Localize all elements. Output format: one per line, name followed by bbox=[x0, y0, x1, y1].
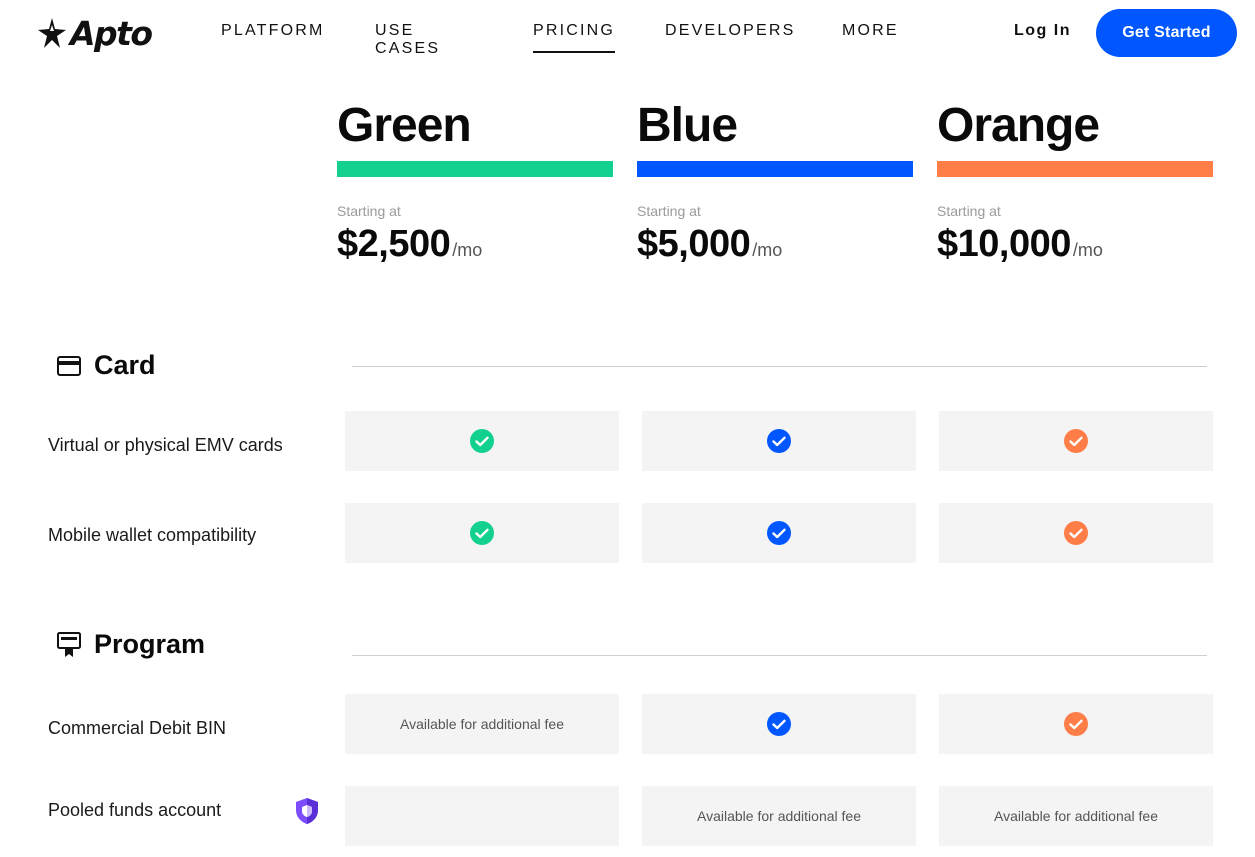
price-unit: /mo bbox=[1072, 240, 1103, 260]
credit-card-icon bbox=[56, 353, 82, 379]
get-started-button[interactable]: Get Started bbox=[1096, 9, 1237, 57]
plan-color-bar bbox=[337, 161, 613, 177]
row-label: Virtual or physical EMV cards bbox=[48, 435, 283, 455]
shield-icon[interactable] bbox=[294, 797, 320, 830]
feature-cell-green: Available for additional fee bbox=[345, 694, 619, 754]
feature-cell-orange bbox=[939, 694, 1213, 754]
feature-cell-green bbox=[345, 411, 619, 471]
plan-price: $5,000 /mo bbox=[637, 223, 913, 266]
check-icon bbox=[1064, 429, 1088, 453]
plan-color-bar bbox=[637, 161, 913, 177]
section-card-title: Card bbox=[56, 350, 156, 381]
feature-cell-orange: Available for additional fee bbox=[939, 786, 1213, 846]
brand-name: Apto bbox=[70, 13, 153, 53]
login-link[interactable]: Log In bbox=[1014, 22, 1071, 40]
row-label: Pooled funds account bbox=[48, 800, 222, 820]
check-icon bbox=[1064, 521, 1088, 545]
price-amount: $5,000 bbox=[637, 223, 751, 265]
check-icon bbox=[767, 429, 791, 453]
feature-cell-orange bbox=[939, 503, 1213, 563]
plan-name: Orange bbox=[937, 99, 1100, 152]
nav-more[interactable]: MORE bbox=[842, 22, 899, 40]
plan-starting-label: Starting at bbox=[637, 203, 701, 219]
plan-orange: Orange Starting at $10,000 /mo bbox=[937, 96, 1213, 266]
price-amount: $2,500 bbox=[337, 223, 451, 265]
additional-fee-text: Available for additional fee bbox=[697, 808, 861, 824]
nav-pricing[interactable]: PRICING bbox=[533, 22, 616, 53]
feature-cell-blue bbox=[642, 411, 916, 471]
check-icon bbox=[767, 712, 791, 736]
section-title-text: Card bbox=[94, 350, 156, 380]
section-divider bbox=[352, 655, 1207, 656]
nav-platform[interactable]: PLATFORM bbox=[221, 22, 325, 40]
plan-price: $10,000 /mo bbox=[937, 223, 1213, 266]
plan-blue: Blue Starting at $5,000 /mo bbox=[637, 96, 913, 266]
price-unit: /mo bbox=[752, 240, 783, 260]
apto-logo[interactable]: Apto bbox=[36, 12, 153, 54]
check-icon bbox=[767, 521, 791, 545]
plan-name: Green bbox=[337, 99, 472, 152]
apto-star-icon bbox=[38, 18, 66, 48]
check-icon bbox=[470, 429, 494, 453]
row-label: Mobile wallet compatibility bbox=[48, 525, 257, 545]
section-divider bbox=[352, 366, 1207, 367]
additional-fee-text: Available for additional fee bbox=[400, 716, 564, 732]
feature-cell-green bbox=[345, 503, 619, 563]
section-title-text: Program bbox=[94, 629, 206, 659]
plan-color-bar bbox=[937, 161, 1213, 177]
check-icon bbox=[470, 521, 494, 545]
plan-price: $2,500 /mo bbox=[337, 223, 613, 266]
section-program-title: Program bbox=[56, 629, 205, 660]
nav-developers[interactable]: DEVELOPERS bbox=[665, 22, 795, 40]
plan-name: Blue bbox=[637, 99, 738, 152]
certificate-icon bbox=[56, 631, 82, 658]
feature-cell-blue bbox=[642, 503, 916, 563]
plan-starting-label: Starting at bbox=[937, 203, 1001, 219]
price-amount: $10,000 bbox=[937, 223, 1071, 265]
row-label: Commercial Debit BIN bbox=[48, 718, 227, 738]
feature-cell-green bbox=[345, 786, 619, 846]
price-unit: /mo bbox=[452, 240, 483, 260]
nav-use-cases[interactable]: USE CASES bbox=[375, 22, 440, 58]
feature-cell-blue bbox=[642, 694, 916, 754]
plan-green: Green Starting at $2,500 /mo bbox=[337, 96, 613, 266]
check-icon bbox=[1064, 712, 1088, 736]
additional-fee-text: Available for additional fee bbox=[994, 808, 1158, 824]
feature-cell-orange bbox=[939, 411, 1213, 471]
plan-starting-label: Starting at bbox=[337, 203, 401, 219]
feature-cell-blue: Available for additional fee bbox=[642, 786, 916, 846]
